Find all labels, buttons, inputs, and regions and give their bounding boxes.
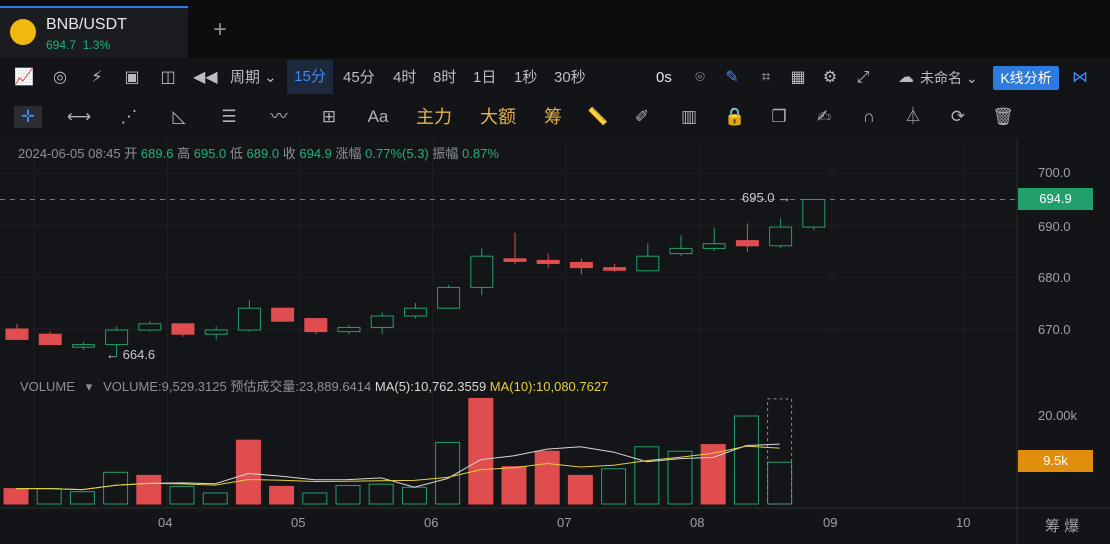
chevron-down-icon[interactable]: ▾ [79, 379, 100, 394]
candle-body [669, 247, 693, 255]
volume-estimate: 预估成交量:23,889.6414 [230, 379, 372, 394]
candle-body [138, 323, 162, 331]
candle-body [370, 315, 394, 328]
volume-bar [69, 491, 95, 505]
time-tick: 05 [291, 515, 306, 530]
candle-body [204, 329, 228, 335]
volume-bar [235, 439, 261, 505]
ma10-line [16, 445, 780, 491]
volume-legend: VOLUME ▾ VOLUME:9,529.3125 预估成交量:23,889.… [20, 376, 608, 395]
volume-bar [534, 450, 560, 505]
price-tick: 680.0 [1038, 270, 1071, 285]
candle-body [304, 318, 328, 333]
volume-bar [103, 471, 129, 505]
low-annotation: ← 664.6 [106, 347, 156, 362]
volume-bar [634, 446, 660, 505]
price-tick: 690.0 [1038, 219, 1071, 234]
low-value: 689.0 [246, 146, 280, 161]
high-label: 高 [177, 146, 191, 161]
volume-bar [136, 474, 162, 505]
candle-body [5, 328, 29, 340]
time-tick: 04 [158, 515, 173, 530]
volume-name: VOLUME [20, 379, 75, 394]
candle-body [470, 255, 494, 288]
high-annotation: 695.0 → [742, 190, 792, 205]
time-tick: 07 [557, 515, 572, 530]
volume-bar [202, 492, 228, 505]
time-tick: 08 [690, 515, 705, 530]
candle-body [437, 286, 461, 309]
candle-body [636, 255, 660, 272]
volume-tick: 20.00k [1038, 408, 1078, 423]
volume-bar [468, 397, 494, 505]
close-label: 收 [282, 146, 296, 161]
time-tick: 10 [956, 515, 971, 530]
candle-body [603, 267, 627, 271]
candle-body [237, 307, 261, 331]
change-label: 涨幅 [335, 146, 362, 161]
volume-bar [767, 461, 793, 505]
ohlc-legend: 2024-06-05 08:45 开 689.6 高 695.0 低 689.0… [18, 143, 499, 162]
ma10-value: MA(10):10,080.7627 [489, 379, 609, 394]
ma5-value: MA(5):10,762.3559 [374, 379, 487, 394]
candle-body [38, 333, 62, 346]
candle-body [569, 261, 593, 269]
current-price-tag: 694.9 [1018, 188, 1093, 210]
candle-body [337, 326, 361, 333]
candle-body [503, 258, 527, 262]
ma5-line [16, 443, 780, 491]
volume-bar [567, 474, 593, 505]
current-volume-tag: 9.5k [1018, 450, 1093, 472]
volume-bar [302, 492, 328, 505]
volume-bar [169, 485, 195, 505]
volume-bar [401, 486, 427, 505]
time-tick: 06 [424, 515, 439, 530]
bottom-right-tools[interactable]: 筹 爆 [1045, 515, 1079, 536]
candle-body [735, 240, 759, 247]
candle-body [403, 307, 427, 317]
high-value: 695.0 [193, 146, 227, 161]
volume-value: VOLUME:9,529.3125 [103, 379, 227, 394]
volume-bar [601, 468, 627, 505]
candle-body [769, 226, 793, 247]
candle-body [802, 199, 826, 228]
volume-bar [269, 485, 295, 505]
time-tick: 09 [823, 515, 838, 530]
volume-bar [36, 488, 62, 505]
high-annotation-value: 695.0 [742, 190, 775, 205]
amplitude-value: 0.87% [462, 146, 499, 161]
open-label: 开 [124, 146, 138, 161]
volume-bar [733, 415, 759, 505]
price-tick: 670.0 [1038, 322, 1071, 337]
volume-bar [335, 485, 361, 505]
candle-body [171, 323, 195, 335]
change-value: 0.77%(5.3) [365, 146, 429, 161]
low-annotation-value: 664.6 [122, 347, 156, 362]
candle-body [71, 344, 95, 348]
open-value: 689.6 [140, 146, 174, 161]
volume-bar [3, 488, 29, 505]
candle-body [702, 243, 726, 249]
volume-bar [368, 483, 394, 505]
candle-body [536, 259, 560, 264]
ohlc-date: 2024-06-05 08:45 [18, 146, 121, 161]
volume-bar [501, 466, 527, 505]
candle-body [105, 329, 129, 346]
candle-body [271, 307, 295, 322]
candlestick-chart[interactable] [0, 0, 1110, 544]
close-value: 694.9 [299, 146, 332, 161]
low-label: 低 [229, 146, 243, 161]
amplitude-label: 振幅 [432, 146, 459, 161]
price-tick: 700.0 [1038, 165, 1071, 180]
